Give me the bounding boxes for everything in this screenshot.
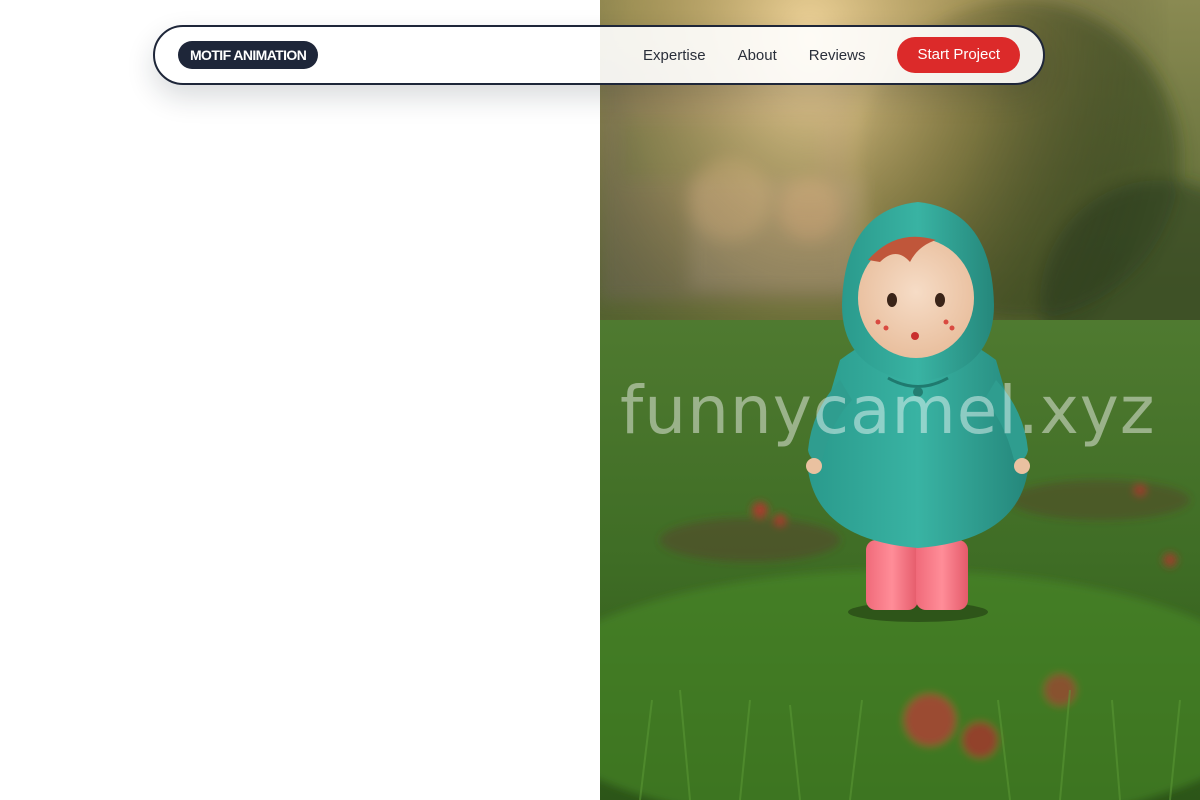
start-project-button[interactable]: Start Project [897,37,1020,73]
nav-link-expertise[interactable]: Expertise [643,47,706,64]
brand-logo[interactable]: MOTIF ANIMATION [178,41,319,69]
left-content-area [0,0,600,800]
top-navbar: MOTIF ANIMATION Expertise About Reviews … [153,25,1045,85]
nav-link-about[interactable]: About [738,47,777,64]
nav-link-reviews[interactable]: Reviews [809,47,866,64]
nav-links: Expertise About Reviews Start Project [643,37,1020,73]
watermark-text: funnycamel.xyz [620,372,1156,449]
